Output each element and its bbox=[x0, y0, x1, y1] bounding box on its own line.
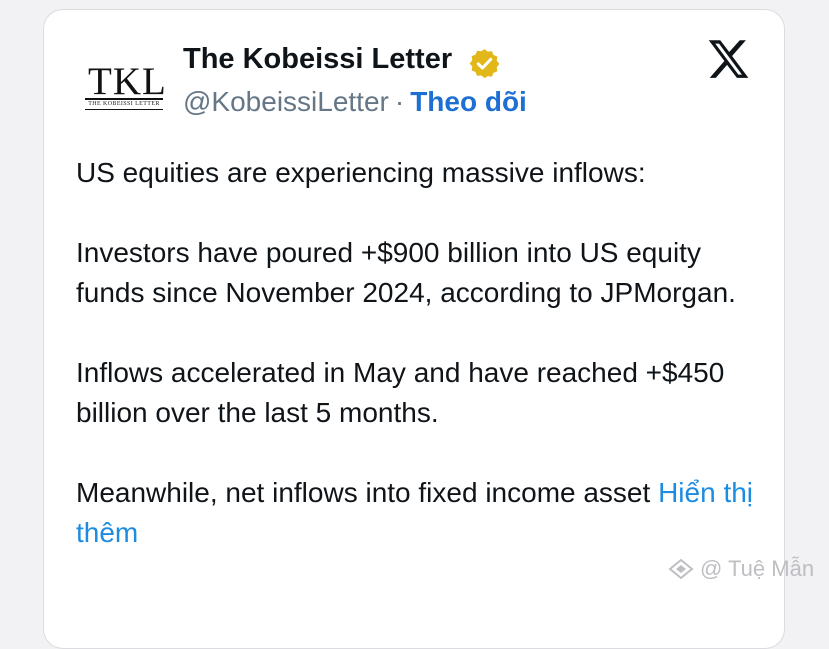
diamond-logo-icon bbox=[668, 558, 694, 580]
post-paragraph-4-text: Meanwhile, net inflows into fixed income… bbox=[76, 477, 651, 508]
post-paragraph-3: Inflows accelerated in May and have reac… bbox=[76, 357, 725, 428]
avatar-logo-subtitle: THE KOBEISSI LETTER bbox=[88, 101, 160, 107]
separator-dot: · bbox=[394, 86, 405, 117]
post-paragraph-4: Meanwhile, net inflows into fixed income… bbox=[76, 473, 766, 553]
post-body: US equities are experiencing massive inf… bbox=[76, 153, 766, 593]
author-handle[interactable]: @KobeissiLetter bbox=[183, 86, 389, 117]
post-paragraph-2: Investors have poured +$900 billion into… bbox=[76, 237, 736, 308]
avatar-logo-text: TKL bbox=[88, 60, 167, 103]
verified-badge-icon bbox=[469, 49, 500, 78]
follow-button[interactable]: Theo dõi bbox=[410, 86, 527, 117]
author-name[interactable]: The Kobeissi Letter bbox=[183, 43, 452, 76]
author-avatar[interactable]: TKL THE KOBEISSI LETTER bbox=[79, 48, 169, 138]
avatar-logo-rule bbox=[85, 98, 163, 100]
handle-row: @KobeissiLetter · Theo dõi bbox=[183, 86, 527, 118]
post-card[interactable]: TKL THE KOBEISSI LETTER The Kobeissi Let… bbox=[43, 9, 785, 649]
x-logo-icon[interactable] bbox=[707, 39, 750, 79]
watermark-text: @ Tuệ Mẫn bbox=[700, 556, 815, 581]
post-paragraph-1: US equities are experiencing massive inf… bbox=[76, 157, 646, 188]
avatar-logo-rule-bottom bbox=[85, 109, 163, 110]
watermark: @ Tuệ Mẫn bbox=[668, 556, 814, 582]
